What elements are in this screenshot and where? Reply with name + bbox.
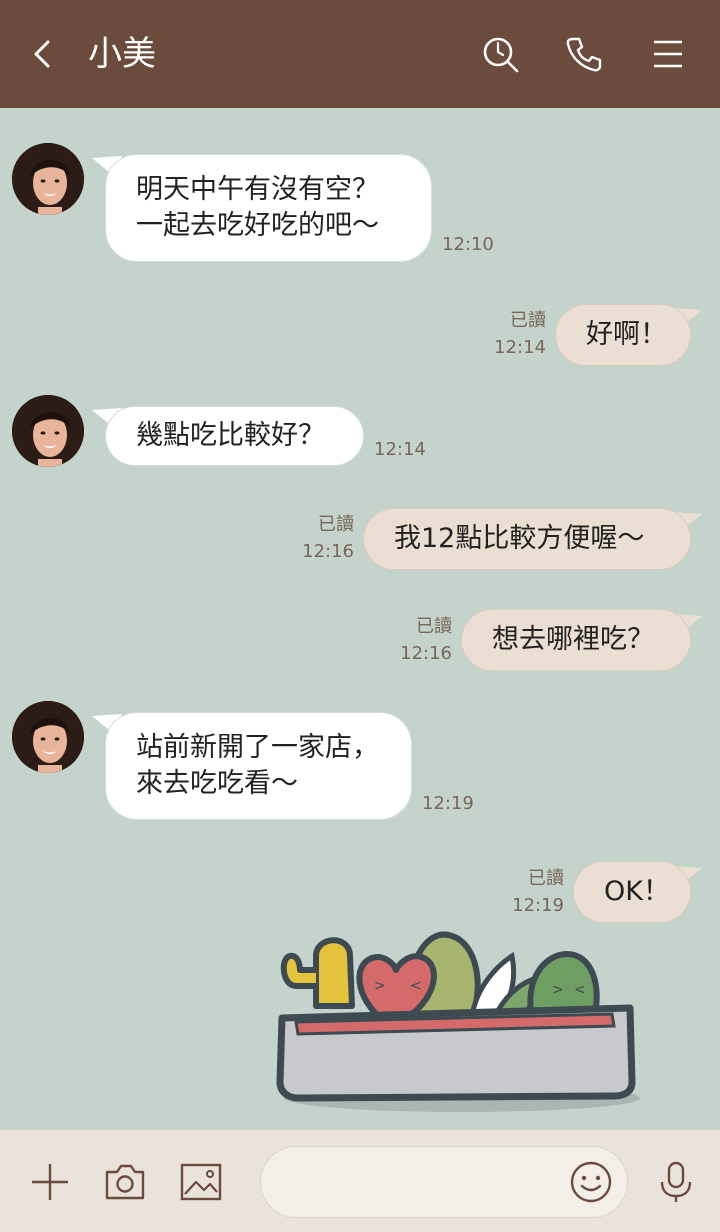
message-text: 好啊！ [586,319,667,350]
message-bubble-incoming[interactable]: 幾點吃比較好？ [105,406,364,466]
cactus-planter-sticker[interactable]: > < > < [262,906,652,1116]
message-bubble-outgoing[interactable]: 想去哪裡吃？ [461,609,691,671]
message-text: 幾點吃比較好？ [136,420,325,451]
read-receipt: 已讀 [416,616,452,637]
message-text: 站前新開了一家店， [136,732,379,763]
planter-box [276,1004,636,1102]
message-time: 12:10 [442,234,494,255]
message-bubble-outgoing[interactable]: 我12點比較方便喔～ [363,508,691,570]
contact-avatar[interactable] [12,701,84,773]
microphone-icon[interactable] [654,1160,698,1204]
message-time: 12:14 [494,337,546,358]
message-input-bar [0,1130,720,1232]
read-receipt: 已讀 [510,310,546,331]
plus-icon[interactable] [28,1160,72,1204]
contact-avatar[interactable] [12,143,84,215]
message-time: 12:16 [302,541,354,562]
chat-header: 小美 [0,0,720,108]
chat-area[interactable]: 明天中午有沒有空？ 一起去吃好吃的吧～ 12:10 已讀 12:14 好啊！ 幾… [0,108,720,1130]
yellow-cactus [280,937,355,1009]
avatar-photo [12,143,84,215]
message-time: 12:16 [400,643,452,664]
message-bubble-incoming[interactable]: 站前新開了一家店， 來去吃吃看～ [105,712,412,820]
svg-text:<: < [410,978,422,994]
contact-name: 小美 [88,34,156,74]
message-text: 來去吃吃看～ [136,768,298,799]
message-text: 明天中午有沒有空？ [136,174,379,205]
svg-text:>: > [374,978,386,994]
svg-text:<: < [574,982,586,998]
back-icon[interactable] [28,36,56,72]
message-text: 想去哪裡吃？ [492,624,654,655]
svg-text:>: > [552,982,564,998]
message-text: 一起去吃好吃的吧～ [136,210,379,241]
camera-icon[interactable] [103,1160,147,1204]
message-text: 我12點比較方便喔～ [394,523,645,554]
message-bubble-outgoing[interactable]: 好啊！ [555,304,691,366]
search-icon[interactable] [480,34,520,74]
read-receipt: 已讀 [528,868,564,889]
menu-icon[interactable] [648,34,688,74]
phone-icon[interactable] [564,34,604,74]
message-input[interactable] [283,1161,557,1205]
emoji-icon[interactable] [569,1160,613,1204]
image-icon[interactable] [179,1160,223,1204]
message-text: OK！ [604,876,670,907]
message-time: 12:14 [374,439,426,460]
avatar-photo [12,395,84,467]
message-input-box[interactable] [260,1146,628,1218]
read-receipt: 已讀 [318,514,354,535]
message-bubble-incoming[interactable]: 明天中午有沒有空？ 一起去吃好吃的吧～ [105,154,432,262]
contact-avatar[interactable] [12,395,84,467]
message-time: 12:19 [422,793,474,814]
avatar-photo [12,701,84,773]
